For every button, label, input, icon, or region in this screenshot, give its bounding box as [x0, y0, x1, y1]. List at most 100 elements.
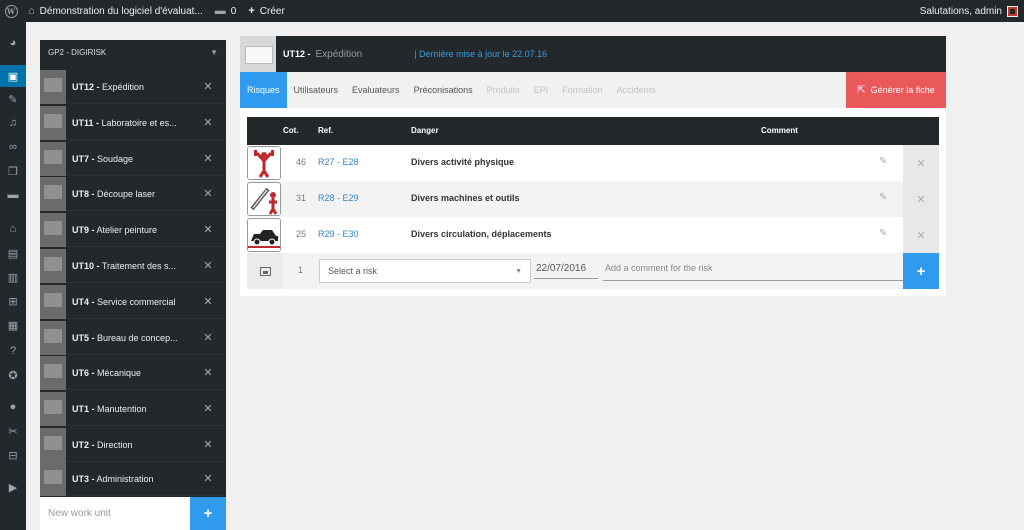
machine-tools-icon[interactable] [247, 182, 281, 216]
wordpress-logo-icon[interactable]: W [0, 0, 22, 22]
risk-reference[interactable]: R28 - E29 [318, 193, 359, 203]
header-ref: Ref. [318, 126, 334, 135]
work-unit-item[interactable]: UT2 - Direction ✕ [40, 427, 226, 462]
generate-sheet-button[interactable]: ⇱ Générer la fiche [846, 72, 946, 108]
delete-work-unit-icon[interactable]: ✕ [190, 152, 226, 165]
generate-sheet-label: Générer la fiche [870, 85, 935, 95]
risk-reference[interactable]: R29 - E30 [318, 229, 359, 239]
work-unit-item[interactable]: UT12 - Expédition ✕ [40, 69, 226, 104]
dashboard-icon[interactable]: ◕ [0, 32, 26, 54]
delete-work-unit-icon[interactable]: ✕ [190, 187, 226, 200]
tab-produits: Produits [486, 85, 520, 95]
vehicle-icon[interactable] [247, 218, 281, 252]
edit-pencil-icon[interactable]: ✎ [879, 228, 887, 239]
work-unit-item[interactable]: UT7 - Soudage ✕ [40, 141, 226, 176]
work-unit-item[interactable]: UT5 - Bureau de concep... ✕ [40, 320, 226, 355]
link-icon[interactable]: ∞ [0, 136, 26, 158]
work-unit-item[interactable]: UT11 - Laboratoire et es... ✕ [40, 105, 226, 140]
work-unit-item[interactable]: UT3 - Administration ✕ [40, 461, 226, 496]
add-work-unit-button[interactable]: + [190, 497, 226, 530]
upload-image-button[interactable] [247, 253, 283, 289]
unit-name[interactable]: Expédition [316, 49, 363, 60]
tools-icon[interactable]: ✂ [0, 420, 26, 442]
tab-utilisateurs[interactable]: Utilisateurs [287, 72, 346, 108]
settings-icon[interactable]: ⊟ [0, 444, 26, 466]
export-icon: ⇱ [857, 84, 866, 96]
risk-select[interactable]: Select a risk ▼ [319, 259, 531, 283]
play-icon[interactable]: ▶ [0, 476, 26, 498]
pages-icon[interactable]: ❐ [0, 160, 26, 182]
delete-work-unit-icon[interactable]: ✕ [190, 366, 226, 379]
delete-risk-icon[interactable]: ✕ [903, 181, 939, 217]
tab-bar: Risques Utilisateurs Evaluateurs Préconi… [240, 72, 946, 108]
work-unit-name: Découpe laser [97, 188, 156, 199]
unit-thumbnail[interactable] [240, 36, 276, 72]
table-row: 31 R28 - E29 Divers machines et outils ✎… [247, 181, 939, 217]
delete-work-unit-icon[interactable]: ✕ [190, 116, 226, 129]
media-icon[interactable]: ♫ [0, 112, 26, 134]
edit-pencil-icon[interactable]: ✎ [879, 192, 887, 203]
physical-activity-icon[interactable] [247, 146, 281, 180]
delete-work-unit-icon[interactable]: ✕ [190, 223, 226, 236]
account-menu[interactable]: Salutations, admin [914, 0, 1024, 22]
risk-danger: Divers circulation, déplacements [411, 229, 552, 239]
new-work-unit-input[interactable]: New work unit [40, 497, 190, 530]
work-unit-name: Laboratoire et es... [101, 117, 177, 128]
tab-preconisations[interactable]: Préconisations [407, 72, 480, 108]
delete-work-unit-icon[interactable]: ✕ [190, 295, 226, 308]
work-unit-code: UT5 - [72, 332, 95, 343]
users-icon[interactable]: ● [0, 396, 26, 418]
work-unit-thumbnail [40, 427, 66, 462]
edit-pencil-icon[interactable]: ✎ [879, 156, 887, 167]
accessibility-icon[interactable]: ✪ [0, 364, 26, 386]
new-risk-cotation[interactable]: 1 [298, 265, 303, 275]
delete-work-unit-icon[interactable]: ✕ [190, 80, 226, 93]
work-unit-name: Traitement des s... [101, 260, 177, 271]
work-unit-thumbnail [40, 176, 66, 211]
digirisk-icon[interactable]: ▣ [0, 65, 26, 87]
risk-comment-input[interactable]: Add a comment for the risk [603, 259, 903, 281]
store-icon[interactable]: ▥ [0, 266, 26, 288]
help-icon[interactable]: ? [0, 340, 26, 362]
add-risk-button[interactable]: + [903, 253, 939, 289]
delete-work-unit-icon[interactable]: ✕ [190, 259, 226, 272]
delete-risk-icon[interactable]: ✕ [903, 145, 939, 181]
home-icon[interactable]: ⌂ [0, 218, 26, 240]
comments-count: 0 [230, 5, 237, 17]
work-unit-code: UT8 - [72, 188, 95, 199]
plus-icon: + [916, 262, 926, 280]
delete-risk-icon[interactable]: ✕ [903, 217, 939, 253]
delete-work-unit-icon[interactable]: ✕ [190, 331, 226, 344]
delete-work-unit-icon[interactable]: ✕ [190, 402, 226, 415]
work-unit-item[interactable]: UT9 - Atelier peinture ✕ [40, 212, 226, 247]
work-unit-item[interactable]: UT8 - Découpe laser ✕ [40, 176, 226, 211]
forms-icon[interactable]: ▦ [0, 314, 26, 336]
work-unit-name: Mécanique [97, 367, 142, 378]
table-row: 25 R29 - E30 Divers circulation, déplace… [247, 217, 939, 253]
work-unit-code: UT2 - [72, 439, 95, 450]
risk-date-input[interactable]: 22/07/2016 [534, 263, 598, 279]
work-unit-item[interactable]: UT10 - Traitement des s... ✕ [40, 248, 226, 283]
tab-evaluateurs[interactable]: Evaluateurs [345, 72, 407, 108]
delete-work-unit-icon[interactable]: ✕ [190, 438, 226, 451]
comments-link[interactable]: ▬ 0 [209, 0, 243, 22]
comment-icon: ▬ [214, 5, 226, 17]
image-icon [259, 266, 271, 276]
delete-work-unit-icon[interactable]: ✕ [190, 472, 226, 485]
tab-risques[interactable]: Risques [240, 72, 287, 108]
site-title-link[interactable]: ⌂ Démonstration du logiciel d'évaluat... [22, 0, 209, 22]
pin-icon[interactable]: ✎ [0, 88, 26, 110]
home-icon: ⌂ [28, 5, 35, 17]
work-unit-item[interactable]: UT4 - Service commercial ✕ [40, 284, 226, 319]
comments-icon[interactable]: ▬ [0, 184, 26, 206]
site-title: Démonstration du logiciel d'évaluat... [39, 5, 203, 17]
work-unit-item[interactable]: UT6 - Mécanique ✕ [40, 355, 226, 390]
archive-icon[interactable]: ▤ [0, 242, 26, 264]
work-unit-name: Administration [96, 473, 154, 484]
cart-icon[interactable]: ⊞ [0, 290, 26, 312]
work-unit-item[interactable]: UT1 - Manutention ✕ [40, 391, 226, 426]
work-unit-code: UT7 - [72, 153, 95, 164]
group-selector[interactable]: GP2 - DIGIRISK ▼ [40, 40, 226, 65]
risk-reference[interactable]: R27 - E28 [318, 157, 359, 167]
create-link[interactable]: + Créer [242, 0, 290, 22]
